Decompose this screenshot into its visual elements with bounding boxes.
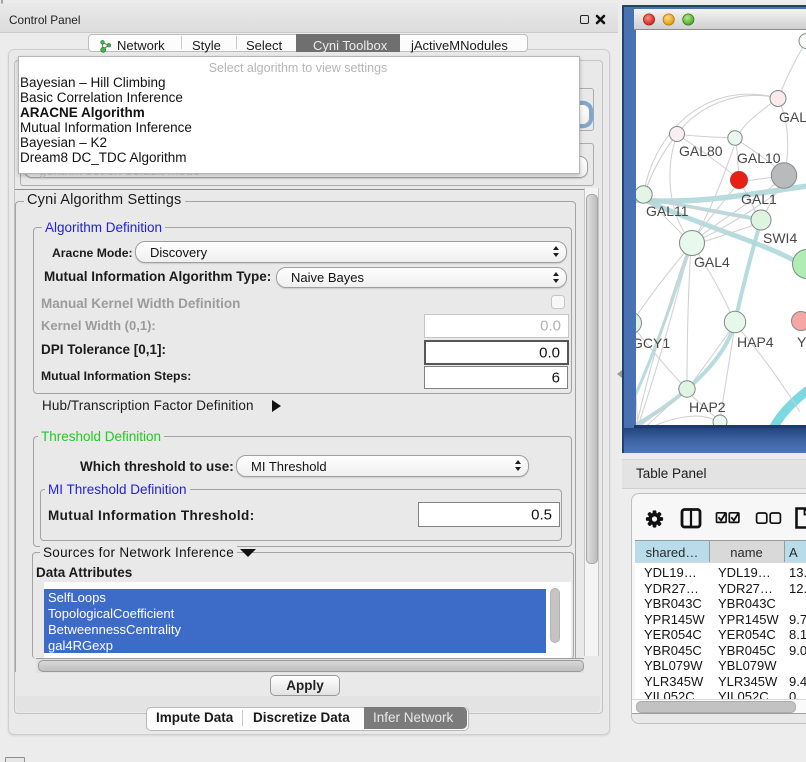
svg-text:GAL7: GAL7 [779, 109, 806, 125]
svg-text:GCY1: GCY1 [632, 335, 670, 351]
svg-text:SWI4: SWI4 [763, 230, 797, 246]
svg-text:GAL11: GAL11 [646, 203, 689, 219]
svg-text:YM: YM [797, 334, 806, 350]
svg-text:HAP4: HAP4 [737, 334, 774, 350]
svg-text:GAL80: GAL80 [679, 143, 723, 159]
svg-text:GAL10: GAL10 [737, 150, 781, 166]
svg-text:GAL1: GAL1 [741, 191, 777, 207]
svg-text:GAL4: GAL4 [694, 254, 730, 270]
svg-text:HAP2: HAP2 [689, 399, 726, 415]
